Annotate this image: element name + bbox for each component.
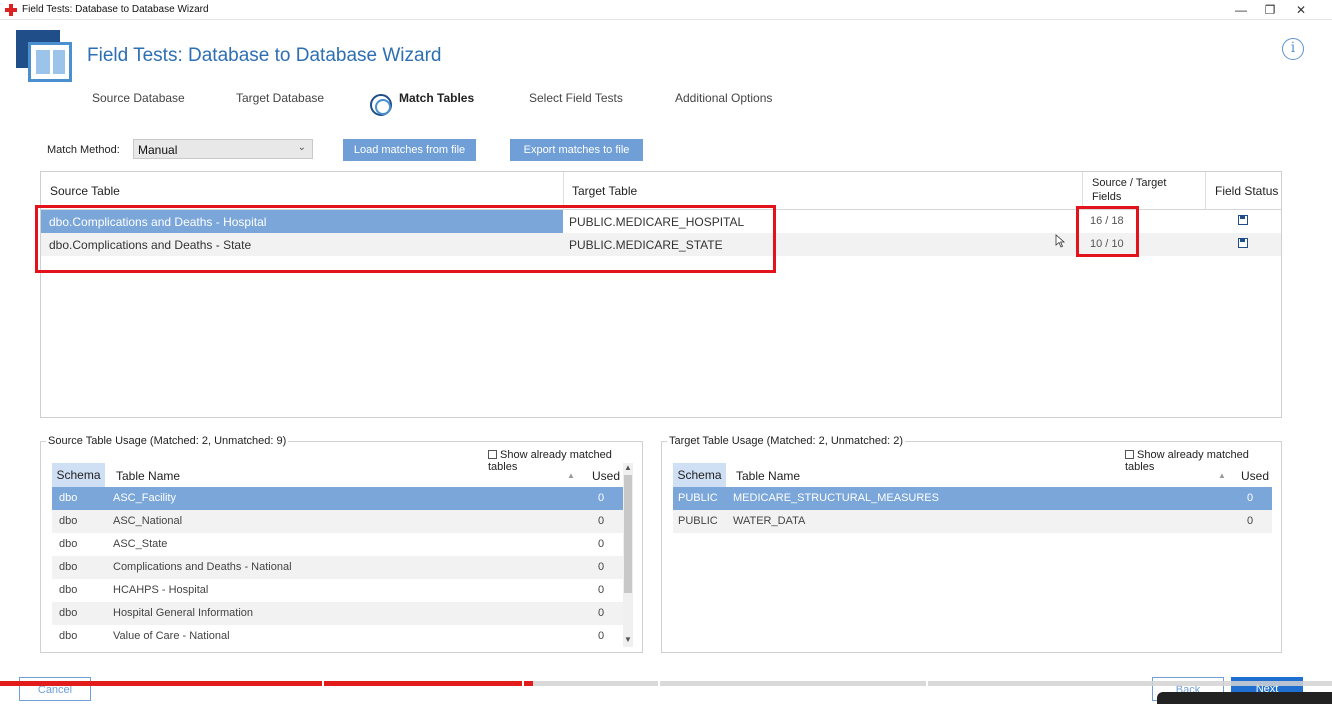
video-overlay-corner xyxy=(1157,692,1332,704)
match-method-value: Manual xyxy=(138,143,178,157)
source-usage-row[interactable]: dbo ASC_Facility 0 xyxy=(52,487,623,510)
chapter-marker xyxy=(926,681,928,686)
checkbox-icon[interactable] xyxy=(1125,450,1134,459)
target-usage-panel: Target Table Usage (Matched: 2, Unmatche… xyxy=(661,435,1282,653)
col-table-name[interactable]: Table Name xyxy=(736,469,800,483)
row-table-name: Value of Care - National xyxy=(113,630,230,642)
page-title: Field Tests: Database to Database Wizard xyxy=(87,45,442,66)
col-table-name[interactable]: Table Name xyxy=(116,469,180,483)
row-schema: dbo xyxy=(59,584,78,596)
row-table-name: HCAHPS - Hospital xyxy=(113,584,209,596)
row-used: 0 xyxy=(598,515,605,527)
row-schema: dbo xyxy=(59,492,78,504)
col-field-status[interactable]: Field Status xyxy=(1215,184,1278,198)
source-usage-row[interactable]: dbo HCAHPS - Hospital 0 xyxy=(52,579,623,602)
row-schema: dbo xyxy=(59,607,78,619)
row-table-name: ASC_National xyxy=(113,515,183,527)
source-usage-row[interactable]: dbo Value of Care - National 0 xyxy=(52,625,623,648)
row-schema: dbo xyxy=(59,515,78,527)
video-progress-fill xyxy=(0,681,533,686)
chapter-marker xyxy=(522,681,524,686)
col-fields-line2: Fields xyxy=(1092,191,1122,203)
target-usage-header: Schema Table Name ▲ Used xyxy=(673,463,1272,487)
window-title: Field Tests: Database to Database Wizard xyxy=(22,4,209,15)
row-schema: PUBLIC xyxy=(678,515,718,527)
col-used[interactable]: Used xyxy=(592,469,620,483)
save-disk-icon[interactable] xyxy=(1238,215,1248,225)
step-target-database[interactable]: Target Database xyxy=(236,91,324,105)
target-usage-row[interactable]: PUBLIC MEDICARE_STRUCTURAL_MEASURES 0 xyxy=(673,487,1272,510)
close-button[interactable]: ✕ xyxy=(1286,2,1316,18)
chapter-marker xyxy=(322,681,324,686)
row-schema: PUBLIC xyxy=(678,492,718,504)
load-matches-button[interactable]: Load matches from file xyxy=(343,139,476,161)
target-usage-legend: Target Table Usage (Matched: 2, Unmatche… xyxy=(667,435,905,447)
source-usage-legend: Source Table Usage (Matched: 2, Unmatche… xyxy=(46,435,289,447)
col-schema[interactable]: Schema xyxy=(673,463,726,487)
match-method-select[interactable]: Manual ⌄ xyxy=(133,139,313,159)
row-table-name: WATER_DATA xyxy=(733,515,806,527)
scroll-up-icon[interactable]: ▲ xyxy=(624,463,632,472)
row-table-name: MEDICARE_STRUCTURAL_MEASURES xyxy=(733,492,939,504)
row-table-name: Hospital General Information xyxy=(113,607,254,619)
checkbox-icon[interactable] xyxy=(488,450,497,459)
source-usage-panel: Source Table Usage (Matched: 2, Unmatche… xyxy=(40,435,643,653)
target-usage-row[interactable]: PUBLIC WATER_DATA 0 xyxy=(673,510,1272,533)
row-used: 0 xyxy=(1247,492,1254,504)
col-fields-line1[interactable]: Source / Target xyxy=(1092,177,1166,189)
highlight-box-tables xyxy=(35,205,776,273)
row-table-name: ASC_Facility xyxy=(113,492,176,504)
row-used: 0 xyxy=(598,492,605,504)
app-cross-icon xyxy=(5,4,17,16)
source-usage-header: Schema Table Name ▲ Used xyxy=(52,463,623,487)
mouse-pointer-icon xyxy=(1055,234,1066,248)
row-table-name: Complications and Deaths - National xyxy=(113,561,292,573)
step-source-database[interactable]: Source Database xyxy=(92,91,185,105)
row-schema: dbo xyxy=(59,630,78,642)
info-icon[interactable]: i xyxy=(1282,38,1304,60)
source-usage-row[interactable]: dbo ASC_State 0 xyxy=(52,533,623,556)
col-schema[interactable]: Schema xyxy=(52,463,105,487)
step-match-tables[interactable]: Match Tables xyxy=(399,91,474,105)
row-used: 0 xyxy=(598,584,605,596)
col-used[interactable]: Used xyxy=(1241,469,1269,483)
highlight-box-fields xyxy=(1076,206,1139,257)
minimize-button[interactable]: — xyxy=(1226,2,1256,18)
export-matches-button[interactable]: Export matches to file xyxy=(510,139,643,161)
wizard-logo-icon xyxy=(16,30,72,82)
scroll-thumb[interactable] xyxy=(624,475,632,593)
source-usage-row[interactable]: dbo ASC_National 0 xyxy=(52,510,623,533)
row-schema: dbo xyxy=(59,561,78,573)
source-usage-scrollbar[interactable]: ▲ ▼ xyxy=(623,463,633,647)
source-usage-row[interactable]: dbo Hospital General Information 0 xyxy=(52,602,623,625)
col-source-table[interactable]: Source Table xyxy=(50,184,120,198)
col-target-table[interactable]: Target Table xyxy=(572,184,637,198)
row-used: 0 xyxy=(598,561,605,573)
row-used: 0 xyxy=(598,538,605,550)
row-used: 0 xyxy=(1247,515,1254,527)
save-disk-icon[interactable] xyxy=(1238,238,1248,248)
row-used: 0 xyxy=(598,607,605,619)
title-bar: Field Tests: Database to Database Wizard… xyxy=(0,0,1332,20)
chevron-down-icon: ⌄ xyxy=(297,142,306,153)
sort-up-icon: ▲ xyxy=(1218,471,1226,480)
row-used: 0 xyxy=(598,630,605,642)
sort-up-icon: ▲ xyxy=(567,471,575,480)
chapter-marker xyxy=(658,681,660,686)
video-progress-bar[interactable] xyxy=(0,681,1332,686)
match-method-label: Match Method: xyxy=(47,144,120,156)
step-select-field-tests[interactable]: Select Field Tests xyxy=(529,91,623,105)
maximize-button[interactable]: ❐ xyxy=(1255,2,1285,18)
scroll-down-icon[interactable]: ▼ xyxy=(624,635,632,644)
row-schema: dbo xyxy=(59,538,78,550)
wizard-window: Field Tests: Database to Database Wizard… xyxy=(0,0,1332,704)
source-usage-row[interactable]: dbo Complications and Deaths - National … xyxy=(52,556,623,579)
step-additional-options[interactable]: Additional Options xyxy=(675,91,772,105)
current-step-ring-icon xyxy=(370,94,392,116)
row-table-name: ASC_State xyxy=(113,538,168,550)
